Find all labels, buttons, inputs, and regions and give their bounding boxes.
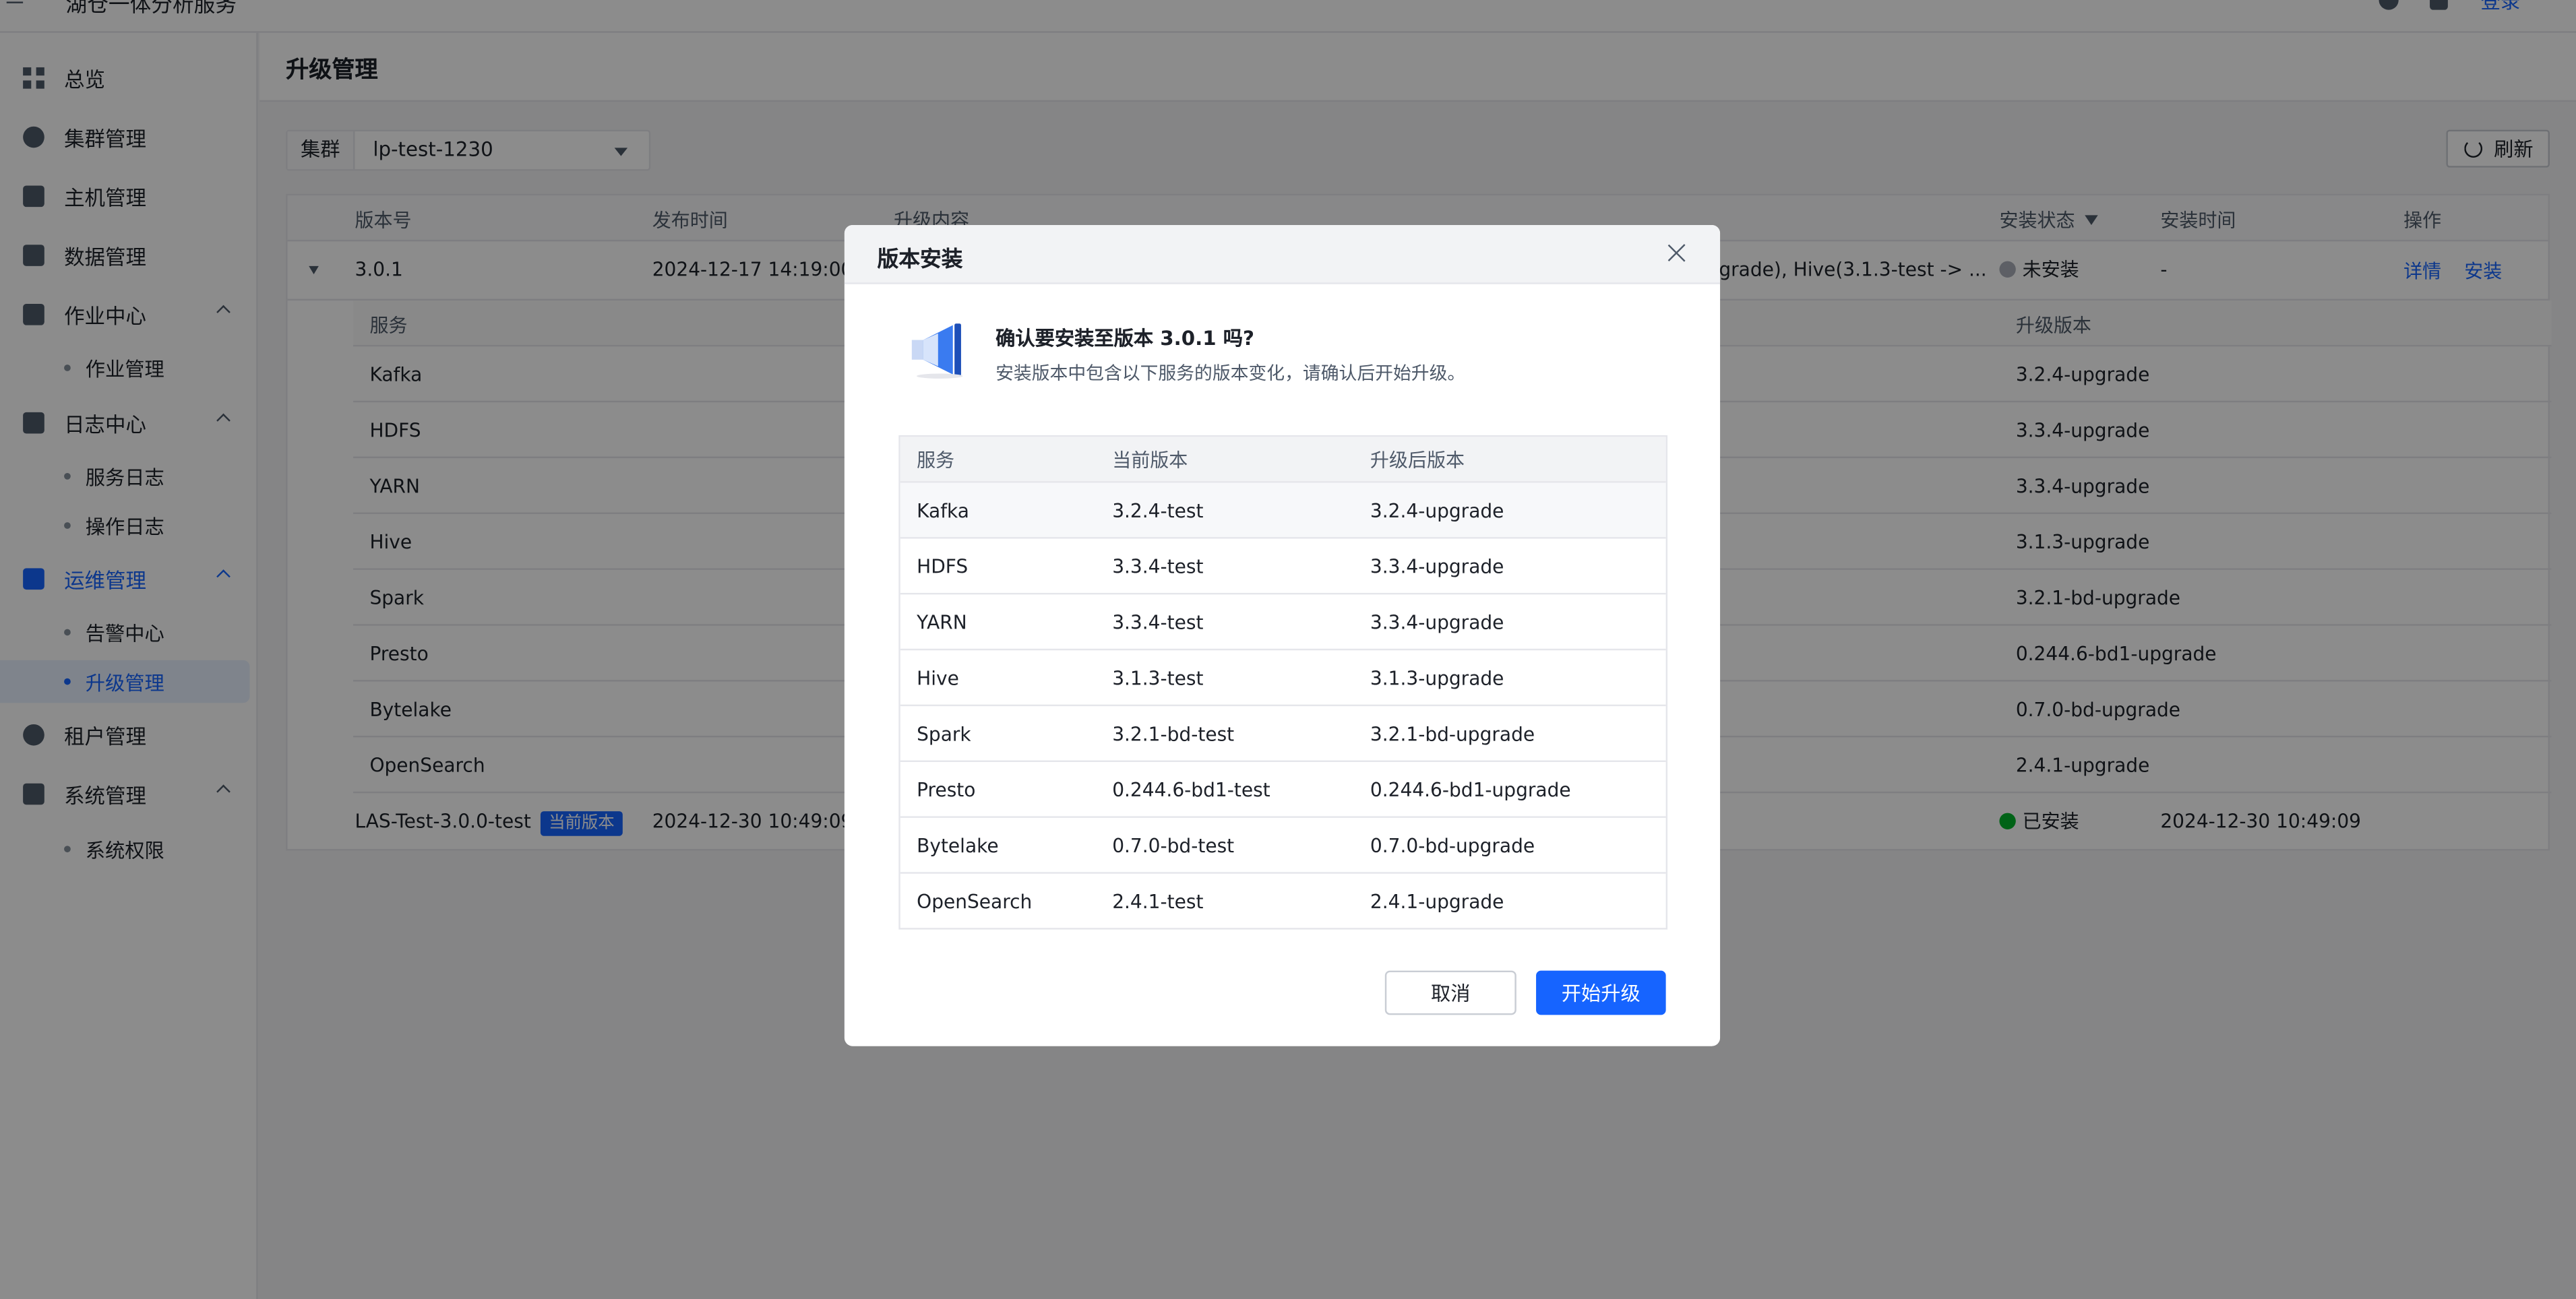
table-row: Presto 0.244.6-bd1-test 0.244.6-bd1-upgr…	[900, 762, 1666, 818]
current-version-cell: 0.244.6-bd1-test	[1112, 778, 1270, 801]
table-row: Hive 3.1.3-test 3.1.3-upgrade	[900, 650, 1666, 707]
service-cell: HDFS	[917, 554, 969, 577]
target-version-cell: 0.7.0-bd-upgrade	[1370, 833, 1535, 857]
current-version-cell: 3.2.1-bd-test	[1112, 722, 1235, 745]
current-version-cell: 3.1.3-test	[1112, 666, 1204, 689]
service-cell: Presto	[917, 778, 976, 801]
dialog-title: 版本安装	[877, 248, 963, 273]
table-row: OpenSearch 2.4.1-test 2.4.1-upgrade	[900, 874, 1666, 930]
cancel-button[interactable]: 取消	[1384, 970, 1516, 1015]
start-upgrade-button[interactable]: 开始升级	[1536, 970, 1666, 1015]
table-row: Bytelake 0.7.0-bd-test 0.7.0-bd-upgrade	[900, 818, 1666, 874]
current-version-cell: 3.3.4-test	[1112, 610, 1204, 633]
confirm-title: 确认要安装至版本 3.0.1 吗?	[995, 327, 1254, 350]
column-header: 服务	[917, 447, 955, 471]
target-version-cell: 3.3.4-upgrade	[1370, 554, 1504, 577]
confirm-description: 安装版本中包含以下服务的版本变化，请确认后开始升级。	[995, 362, 1466, 385]
table-row: YARN 3.3.4-test 3.3.4-upgrade	[900, 594, 1666, 651]
table-row: Kafka 3.2.4-test 3.2.4-upgrade	[900, 482, 1666, 539]
current-version-cell: 3.2.4-test	[1112, 498, 1204, 521]
target-version-cell: 0.244.6-bd1-upgrade	[1370, 778, 1571, 801]
target-version-cell: 3.2.4-upgrade	[1370, 498, 1504, 521]
target-version-cell: 3.3.4-upgrade	[1370, 610, 1504, 633]
table-row: Spark 3.2.1-bd-test 3.2.1-bd-upgrade	[900, 706, 1666, 762]
service-cell: Hive	[917, 666, 959, 689]
version-change-table: 服务 当前版本 升级后版本 Kafka 3.2.4-test 3.2.4-upg…	[898, 435, 1668, 930]
megaphone-icon	[911, 323, 963, 379]
dialog-header: 版本安装	[844, 224, 1721, 284]
target-version-cell: 2.4.1-upgrade	[1370, 890, 1504, 914]
column-header: 升级后版本	[1370, 447, 1465, 471]
service-cell: OpenSearch	[917, 890, 1033, 914]
current-version-cell: 2.4.1-test	[1112, 890, 1204, 914]
service-cell: Bytelake	[917, 833, 999, 857]
target-version-cell: 3.2.1-bd-upgrade	[1370, 722, 1535, 745]
current-version-cell: 3.3.4-test	[1112, 554, 1204, 577]
install-dialog: 版本安装 确认要安装至版本 3.0.1 吗? 安装版本中包含以下服务的版本变化，…	[844, 224, 1721, 1046]
table-header: 服务 当前版本 升级后版本	[900, 437, 1666, 483]
service-cell: Kafka	[917, 498, 970, 521]
close-icon[interactable]	[1667, 243, 1687, 263]
current-version-cell: 0.7.0-bd-test	[1112, 833, 1235, 857]
table-row: HDFS 3.3.4-test 3.3.4-upgrade	[900, 539, 1666, 595]
column-header: 当前版本	[1112, 447, 1188, 471]
app-root: 湖仓一体分析服务 登录 总览 集群管理 主机管理 数据管理 作业中心 作业管理 …	[0, 0, 2576, 1299]
target-version-cell: 3.1.3-upgrade	[1370, 666, 1504, 689]
service-cell: YARN	[917, 610, 967, 633]
service-cell: Spark	[917, 722, 971, 745]
